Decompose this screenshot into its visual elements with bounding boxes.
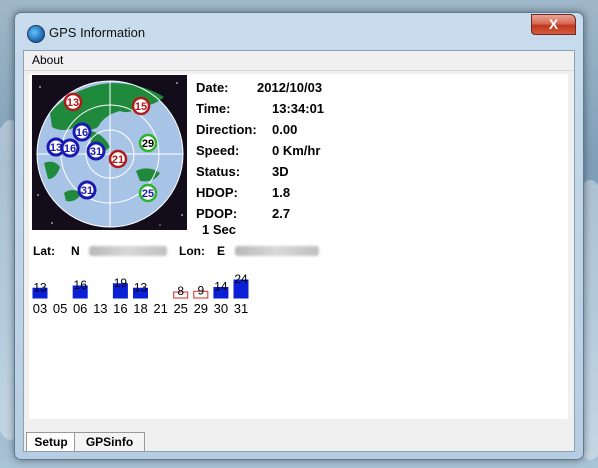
satellite-prn-label: 13 [93,301,107,316]
window-title: GPS Information [49,25,146,40]
gps-globe-icon [27,25,45,43]
sat-marker: 31 [77,180,97,200]
satellite-prn-label: 16 [113,301,127,316]
direction-label: Direction: [196,122,257,137]
sat-marker: 13 [63,92,83,112]
satellite-prn-label: 05 [53,301,67,316]
satellite-prn-label: 03 [33,301,47,316]
signal-value-label: 19 [114,276,128,290]
sat-label: 13 [50,142,62,154]
sat-label: 16 [64,143,76,155]
signal-strength-chart: 13 03 05 16 06 13 19 16 13 18 21 8 25 9 29 14 30 24 31 [32,272,249,316]
sat-marker: 25 [138,183,158,203]
satellite-prn-label: 06 [73,301,87,316]
time-label: Time: [196,101,231,116]
sat-marker: 15 [131,96,151,116]
satellite-prn-label: 29 [194,301,208,316]
speed-value: 0 Km/hr [272,143,321,158]
satellite-prn-label: 30 [214,301,228,316]
signal-value-label: 13 [33,280,47,294]
signal-value-label: 14 [214,280,228,294]
status-value: 3D [272,164,289,179]
update-interval: 1 Sec [202,222,236,237]
satellite-prn-label: 18 [133,301,147,316]
sat-label: 15 [135,101,147,113]
date-value: 2012/10/03 [257,80,323,95]
date-label: Date: [196,80,229,95]
signal-value-label: 8 [177,284,184,298]
signal-value-label: 9 [197,283,204,297]
speed-label: Speed: [196,143,240,158]
sat-label: 21 [112,154,124,166]
sat-marker: 21 [108,149,128,169]
sat-label: 31 [81,185,93,197]
sat-label: 29 [142,138,154,150]
satellite-markers: 13 15 16 13 16 31 21 29 31 25 [46,92,158,203]
sat-marker: 31 [86,141,106,161]
hdop-value: 1.8 [272,185,291,200]
gps-info-window: GPS Information X About 13 15 16 13 16 3… [14,12,584,460]
direction-value: 0.00 [272,122,298,137]
signal-value-label: 24 [234,272,248,286]
title-bar[interactable]: GPS Information X [15,13,583,49]
sat-label: 16 [76,127,88,139]
satellite-prn-label: 21 [153,301,167,316]
signal-value-label: 16 [74,278,88,292]
time-value: 13:34:01 [272,101,325,116]
pdop-value: 2.7 [272,206,291,221]
sat-marker: 29 [138,133,158,153]
hdop-label: HDOP: [196,185,238,200]
sat-label: 31 [90,146,102,158]
pdop-label: PDOP: [196,206,238,221]
client-area: About 13 15 16 13 16 31 21 29 31 25 Date… [23,50,575,452]
gps-panel: 13 15 16 13 16 31 21 29 31 25 Date: 2012… [29,74,568,419]
sat-marker: 16 [72,122,92,142]
close-button[interactable]: X [531,14,576,35]
tab-gpsinfo[interactable]: GPSinfo [74,432,145,452]
sat-label: 25 [142,188,154,200]
satellite-prn-label: 25 [173,301,187,316]
signal-value-label: 13 [134,280,148,294]
menu-bar: About [24,51,574,71]
tab-setup[interactable]: Setup [26,432,76,451]
menu-about[interactable]: About [28,53,67,67]
tab-bar: Setup GPSinfo [24,421,574,452]
satellite-prn-label: 31 [234,301,248,316]
sat-label: 13 [67,97,79,109]
status-label: Status: [196,164,241,179]
sat-marker: 16 [60,138,80,158]
